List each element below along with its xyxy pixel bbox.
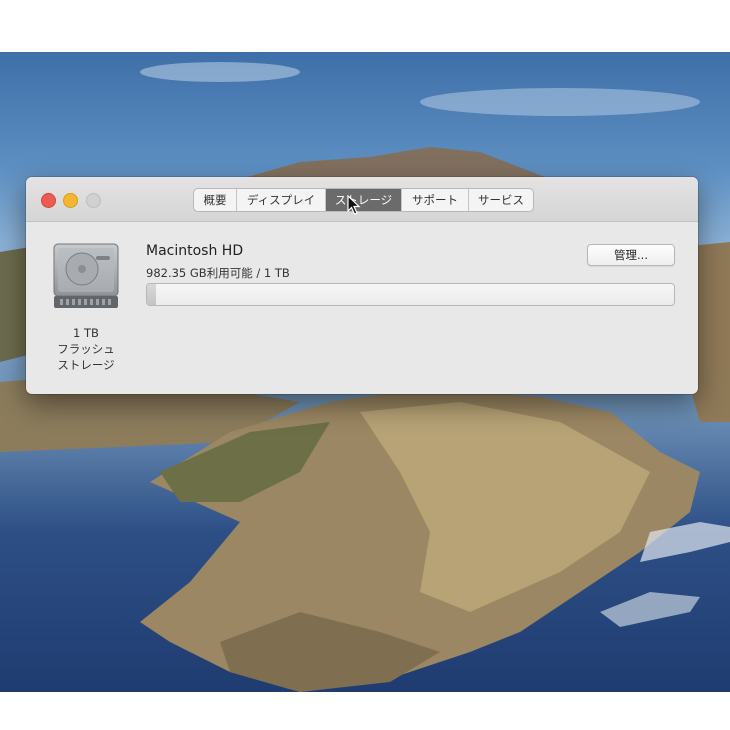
close-button[interactable]: [41, 193, 56, 208]
disk-capacity: 1 TB: [73, 326, 99, 340]
disk-type-line1: フラッシュ: [57, 342, 115, 356]
manage-button[interactable]: 管理...: [587, 244, 675, 266]
tab-bar: 概要 ディスプレイ ストレージ サポート サービス: [193, 188, 534, 212]
mouse-cursor-icon: [347, 195, 361, 215]
title-bar: 概要 ディスプレイ ストレージ サポート サービス: [26, 177, 698, 222]
available-space-text: 982.35 GB利用可能 / 1 TB: [146, 266, 290, 280]
tab-overview[interactable]: 概要: [194, 189, 236, 211]
minimize-button[interactable]: [63, 193, 78, 208]
storage-usage-bar: [146, 283, 675, 306]
storage-usage-fill: [147, 284, 157, 305]
zoom-button[interactable]: [86, 193, 101, 208]
hard-drive-icon: [53, 243, 119, 308]
tab-display[interactable]: ディスプレイ: [236, 189, 325, 211]
about-this-mac-window: 概要 ディスプレイ ストレージ サポート サービス 1 TB フラッシュ ストレ…: [26, 177, 698, 394]
storage-pane: 1 TB フラッシュ ストレージ Macintosh HD 982.35 GB利…: [26, 222, 698, 394]
volume-name: Macintosh HD: [146, 243, 244, 259]
tab-support[interactable]: サポート: [401, 189, 468, 211]
tab-service[interactable]: サービス: [468, 189, 533, 211]
tab-storage[interactable]: ストレージ: [325, 189, 401, 211]
disk-type-line2: ストレージ: [57, 358, 115, 372]
disk-caption: 1 TB フラッシュ ストレージ: [41, 325, 131, 373]
